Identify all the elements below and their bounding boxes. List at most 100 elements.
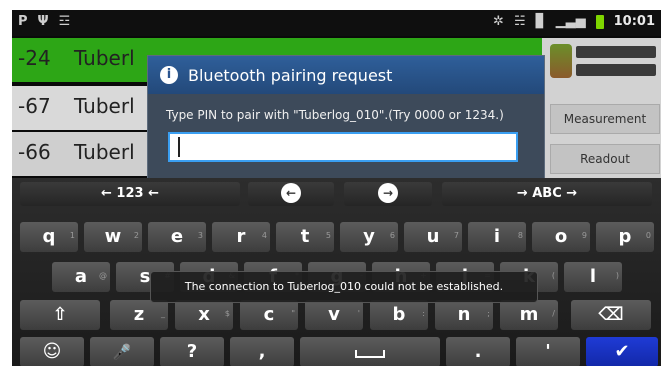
key-alt-label: ) bbox=[615, 271, 619, 280]
key-alt-label: " bbox=[291, 309, 295, 318]
key-alt-label: 6 bbox=[389, 231, 395, 240]
side-panel: Measurement Readout bbox=[542, 38, 661, 178]
key-b[interactable]: b: bbox=[370, 300, 428, 330]
key-alt-label: 0 bbox=[645, 231, 651, 240]
parking-icon: P bbox=[18, 14, 28, 29]
dialog-message: Type PIN to pair with "Tuberlog_010".(Tr… bbox=[166, 108, 504, 122]
device-name: Tuberl bbox=[74, 94, 135, 118]
key-alt-label: : bbox=[422, 309, 425, 318]
key-alt-label: 3 bbox=[197, 231, 203, 240]
readout-button[interactable]: Readout bbox=[550, 144, 660, 174]
key-alt-label: 8 bbox=[517, 231, 523, 240]
comma-key[interactable]: , bbox=[230, 337, 294, 366]
progress-bar bbox=[576, 64, 656, 76]
microphone-key[interactable]: 🎤 bbox=[90, 337, 154, 366]
key-label: u bbox=[426, 226, 440, 247]
key-alt-label: _ bbox=[161, 309, 165, 318]
key-alt-label: / bbox=[552, 309, 555, 318]
cursor-left-key[interactable]: ← bbox=[248, 182, 334, 206]
notification-icons: P Ψ ☲ bbox=[18, 14, 70, 29]
key-m[interactable]: m / bbox=[500, 300, 558, 330]
key-n[interactable]: n; bbox=[435, 300, 493, 330]
key-label: y bbox=[363, 226, 375, 247]
question-key[interactable]: ? bbox=[160, 337, 224, 366]
numbers-mode-key[interactable]: ← 123 ← bbox=[20, 182, 240, 206]
key-label: l bbox=[589, 266, 597, 287]
key-label: c bbox=[263, 304, 275, 325]
device-rssi: -66 bbox=[18, 140, 51, 164]
key-alt-label: ' bbox=[357, 309, 360, 318]
key-w[interactable]: w2 bbox=[84, 222, 142, 252]
key-alt-label: 2 bbox=[133, 231, 139, 240]
key-alt-label: ; bbox=[487, 309, 490, 318]
app-logo-icon bbox=[550, 44, 572, 78]
android-debug-icon: ☲ bbox=[58, 14, 71, 29]
arrow-right-icon: → bbox=[378, 183, 398, 203]
wifi-icon: ☵ bbox=[513, 14, 526, 29]
key-label: t bbox=[300, 226, 310, 247]
key-label: b bbox=[392, 304, 406, 325]
key-q[interactable]: q1 bbox=[20, 222, 78, 252]
key-label: m bbox=[519, 304, 539, 325]
pairing-dialog: i Bluetooth pairing request Type PIN to … bbox=[147, 55, 545, 187]
done-key[interactable]: ✔ bbox=[586, 337, 658, 366]
measurement-button[interactable]: Measurement bbox=[550, 104, 660, 134]
delete-key[interactable]: ⌫ bbox=[571, 300, 651, 330]
key-label: r bbox=[236, 226, 246, 247]
key-v[interactable]: v ' bbox=[305, 300, 363, 330]
key-alt-label: $ bbox=[224, 309, 230, 318]
toast-message: The connection to Tuberlog_010 could not… bbox=[150, 271, 538, 303]
device-rssi: -67 bbox=[18, 94, 51, 118]
clock: 10:01 bbox=[613, 14, 655, 29]
key-label: o bbox=[554, 226, 568, 247]
key-label: p bbox=[618, 226, 632, 247]
key-label: w bbox=[104, 226, 122, 247]
key-x[interactable]: x $ bbox=[175, 300, 233, 330]
cursor-right-key[interactable]: → bbox=[344, 182, 432, 206]
key-p[interactable]: p0 bbox=[596, 222, 654, 252]
shift-key[interactable]: ⇧ bbox=[20, 300, 100, 330]
letters-mode-key[interactable]: → ABC → bbox=[442, 182, 652, 206]
text-cursor bbox=[178, 137, 180, 157]
key-l[interactable]: l) bbox=[564, 262, 622, 292]
dialog-title-bar: i Bluetooth pairing request bbox=[148, 56, 544, 94]
bluetooth-icon: ✲ bbox=[493, 14, 504, 29]
key-alt-label: @ bbox=[99, 271, 107, 280]
key-label: q bbox=[42, 226, 56, 247]
key-z[interactable]: z _ bbox=[110, 300, 168, 330]
key-label: z bbox=[133, 304, 145, 325]
apostrophe-key[interactable]: ' bbox=[516, 337, 580, 366]
space-key[interactable] bbox=[300, 337, 440, 366]
key-alt-label: 7 bbox=[453, 231, 459, 240]
arrow-left-icon: ← bbox=[281, 183, 301, 203]
usb-icon: Ψ bbox=[37, 14, 49, 29]
key-label: n bbox=[457, 304, 471, 325]
key-i[interactable]: i8 bbox=[468, 222, 526, 252]
checkmark-icon: ✔ bbox=[614, 341, 630, 362]
key-u[interactable]: u7 bbox=[404, 222, 462, 252]
smiley-key[interactable]: ☺ bbox=[20, 337, 84, 366]
key-label: e bbox=[170, 226, 184, 247]
key-y[interactable]: y6 bbox=[340, 222, 398, 252]
key-label: i bbox=[493, 226, 501, 247]
info-icon: i bbox=[160, 66, 178, 84]
device-rssi: -24 bbox=[18, 46, 51, 70]
key-label: x bbox=[198, 304, 210, 325]
battery-icon bbox=[595, 14, 604, 29]
key-alt-label: 4 bbox=[261, 231, 267, 240]
period-key[interactable]: . bbox=[446, 337, 510, 366]
key-e[interactable]: e3 bbox=[148, 222, 206, 252]
progress-bar bbox=[576, 46, 656, 58]
signal-icon: ▁▃▅ bbox=[555, 14, 586, 29]
key-alt-label: 1 bbox=[69, 231, 75, 240]
status-bar: P Ψ ☲ ✲ ☵ ▊ ▁▃▅ 10:01 bbox=[12, 10, 661, 36]
key-t[interactable]: t5 bbox=[276, 222, 334, 252]
key-r[interactable]: r4 bbox=[212, 222, 270, 252]
system-icons: ✲ ☵ ▊ ▁▃▅ 10:01 bbox=[493, 14, 655, 29]
pin-input[interactable] bbox=[168, 132, 518, 162]
key-o[interactable]: o9 bbox=[532, 222, 590, 252]
device-name: Tuberl bbox=[74, 140, 135, 164]
key-a[interactable]: a @ bbox=[52, 262, 110, 292]
key-c[interactable]: c " bbox=[240, 300, 298, 330]
dialog-title: Bluetooth pairing request bbox=[188, 66, 393, 85]
